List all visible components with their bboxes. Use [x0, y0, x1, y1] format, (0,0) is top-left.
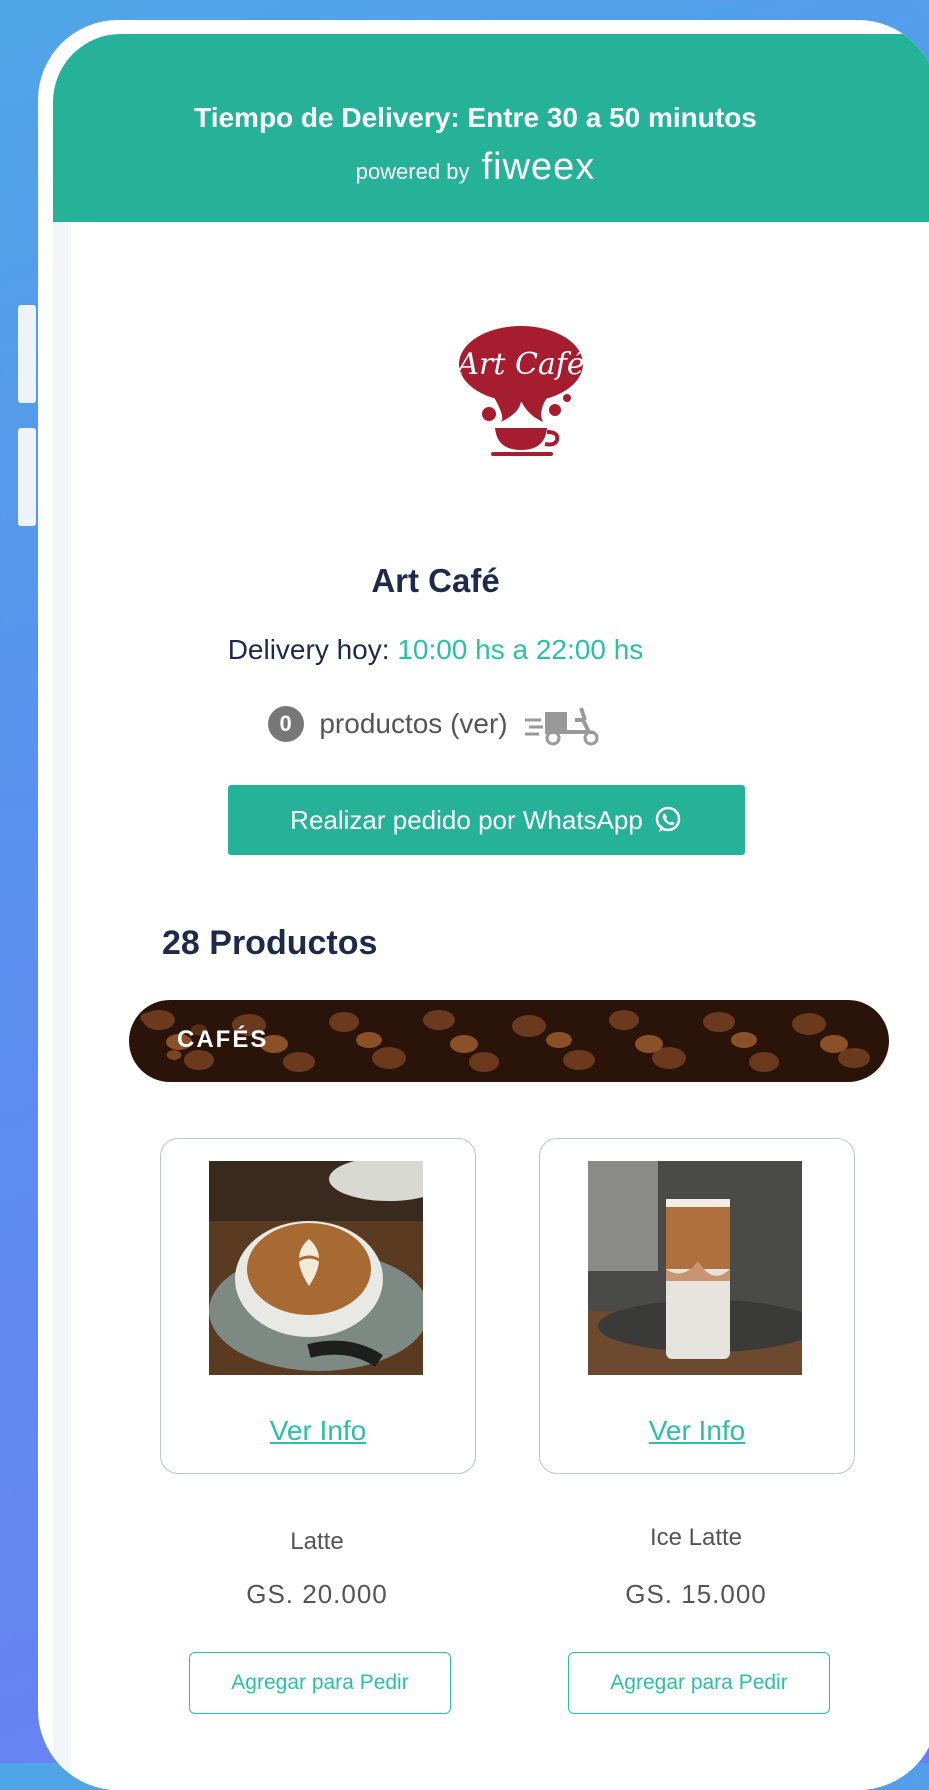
- store-name: Art Café: [371, 562, 500, 599]
- product-name-latte: Latte: [290, 1528, 344, 1555]
- product-price-ice-latte: GS. 15.000: [625, 1579, 767, 1609]
- add-to-order-button-ice-latte[interactable]: Agregar para Pedir: [568, 1652, 830, 1714]
- cart-count-badge: 0: [267, 706, 304, 742]
- product-card-latte[interactable]: Ver Info: [160, 1138, 476, 1474]
- phone-screen: Tiempo de Delivery: Entre 30 a 50 minuto…: [53, 34, 929, 1790]
- delivery-hours: Delivery hoy: 10:00 hs a 22:00 hs: [71, 634, 800, 666]
- art-cafe-logo: Art Café: [454, 326, 585, 456]
- ver-info-link[interactable]: Ver Info: [161, 1415, 475, 1447]
- cart-link[interactable]: productos (ver): [319, 708, 507, 739]
- delivery-moto-icon: [525, 707, 599, 746]
- product-name-ice-latte: Ice Latte: [649, 1524, 743, 1551]
- category-banner[interactable]: CAFÉS: [129, 1000, 889, 1082]
- product-card-ice-latte[interactable]: Ver Info: [539, 1138, 855, 1474]
- whatsapp-order-button[interactable]: Realizar pedido por WhatsApp: [228, 785, 745, 855]
- product-price-latte: GS. 20.000: [246, 1579, 388, 1609]
- add-to-order-button-latte[interactable]: Agregar para Pedir: [189, 1652, 451, 1714]
- category-title: CAFÉS: [177, 1026, 269, 1053]
- side-tab-top: [18, 305, 36, 403]
- ice-latte-photo: [588, 1161, 802, 1375]
- store-content: Art Café Art Café Delivery hoy: 10:00 hs…: [71, 222, 929, 1790]
- fiweex-brand[interactable]: fiweex: [482, 146, 596, 188]
- side-tab-bottom: [18, 428, 36, 526]
- phone-frame: Tiempo de Delivery: Entre 30 a 50 minuto…: [38, 20, 929, 1790]
- cart-summary[interactable]: 0 productos (ver): [71, 702, 800, 746]
- whatsapp-icon: [655, 806, 681, 832]
- whatsapp-button-label: Realizar pedido por WhatsApp: [290, 804, 643, 835]
- delivery-time-text: Tiempo de Delivery: Entre 30 a 50 minuto…: [194, 102, 757, 133]
- products-count-heading: 28 Productos: [162, 924, 378, 962]
- logo-text: Art Café: [454, 347, 584, 382]
- powered-by-label: powered by: [355, 159, 470, 184]
- ver-info-link[interactable]: Ver Info: [540, 1415, 854, 1447]
- powered-by: powered by fiweex: [53, 146, 898, 189]
- hours-label: Delivery hoy:: [227, 634, 390, 665]
- delivery-header: Tiempo de Delivery: Entre 30 a 50 minuto…: [53, 34, 929, 222]
- hours-value: 10:00 hs a 22:00 hs: [397, 634, 644, 665]
- latte-photo: [209, 1161, 423, 1375]
